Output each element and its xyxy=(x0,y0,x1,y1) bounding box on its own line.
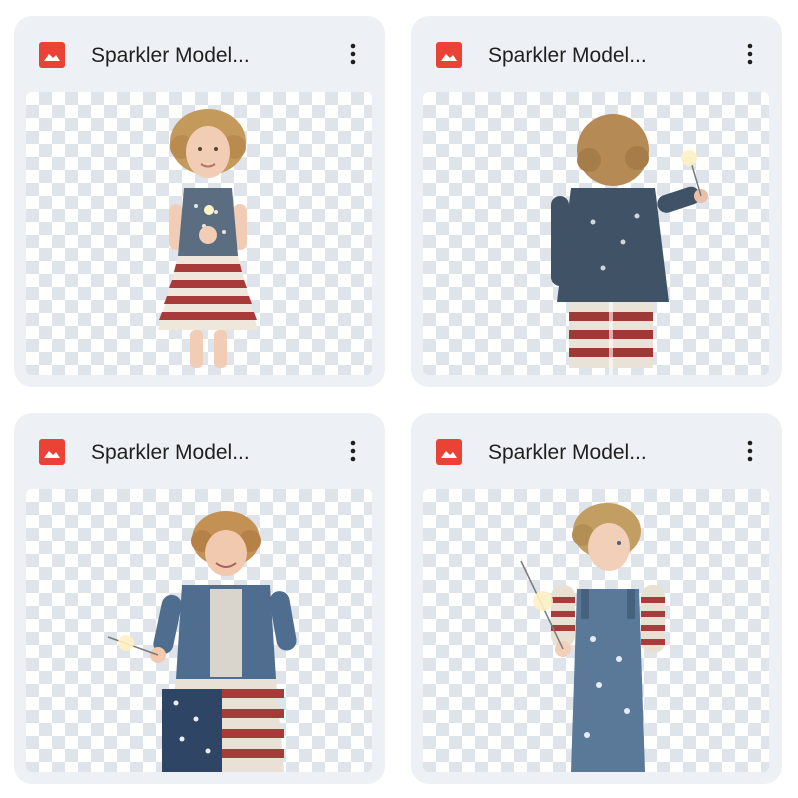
file-grid: Sparkler Model... Sparkler Model... Spar… xyxy=(0,0,798,798)
file-card[interactable]: Sparkler Model... xyxy=(411,16,782,387)
boy-overalls-sparkler-image xyxy=(520,503,665,772)
boy-denim-jacket-sparkler-image xyxy=(107,511,297,772)
more-vert-icon xyxy=(747,440,753,462)
file-card-header: Sparkler Model... xyxy=(411,413,782,489)
file-title: Sparkler Model... xyxy=(91,441,250,464)
image-file-icon xyxy=(436,42,462,68)
more-options-button[interactable] xyxy=(335,433,371,469)
image-file-icon xyxy=(39,439,65,465)
image-file-icon xyxy=(39,42,65,68)
file-card[interactable]: Sparkler Model... xyxy=(14,413,385,784)
file-card[interactable]: Sparkler Model... xyxy=(14,16,385,387)
girl-in-flag-dress-image xyxy=(158,109,258,368)
more-vert-icon xyxy=(350,43,356,65)
file-card[interactable]: Sparkler Model... xyxy=(411,413,782,784)
more-options-button[interactable] xyxy=(335,36,371,72)
file-title: Sparkler Model... xyxy=(488,44,647,67)
file-title: Sparkler Model... xyxy=(488,441,647,464)
image-file-icon xyxy=(436,439,462,465)
more-options-button[interactable] xyxy=(732,36,768,72)
more-options-button[interactable] xyxy=(732,433,768,469)
image-thumbnail[interactable] xyxy=(423,92,769,375)
child-back-with-sparkler-image xyxy=(551,114,708,375)
file-card-header: Sparkler Model... xyxy=(14,413,385,489)
more-vert-icon xyxy=(747,43,753,65)
file-card-header: Sparkler Model... xyxy=(14,16,385,92)
more-vert-icon xyxy=(350,440,356,462)
file-title: Sparkler Model... xyxy=(91,44,250,67)
file-card-header: Sparkler Model... xyxy=(411,16,782,92)
image-thumbnail[interactable] xyxy=(423,489,769,772)
image-thumbnail[interactable] xyxy=(26,489,372,772)
image-thumbnail[interactable] xyxy=(26,92,372,375)
